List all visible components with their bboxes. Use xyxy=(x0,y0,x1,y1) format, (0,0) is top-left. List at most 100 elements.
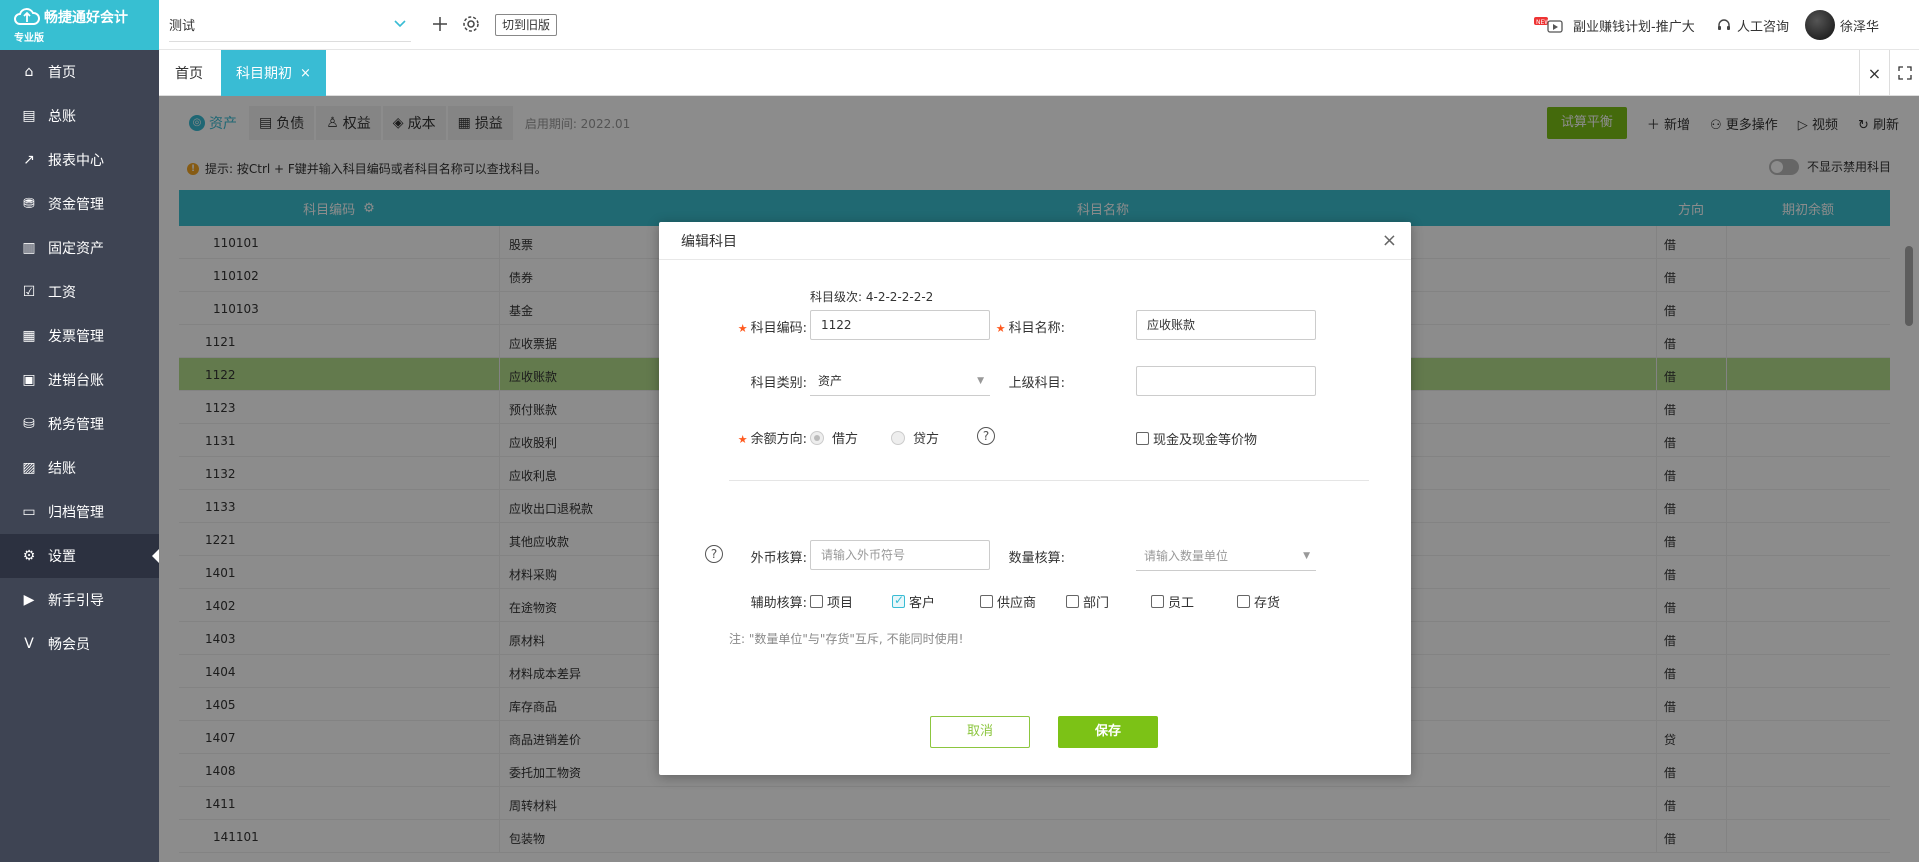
sidebar-item[interactable]: ▥ 固定资产 xyxy=(0,226,159,270)
top-bar: 测试 切到旧版 NEW 副业赚钱计划-推广大 人工咨询 徐泽华 xyxy=(159,0,1919,50)
account-name: 测试 xyxy=(169,19,196,34)
gear-icon[interactable] xyxy=(461,14,481,34)
aux-label: 辅助核算: xyxy=(750,596,807,611)
new-video-icon: NEW xyxy=(1534,17,1563,33)
close-all-icon[interactable]: × xyxy=(1859,50,1889,96)
fx-label: 外币核算: xyxy=(750,551,807,566)
dialog-header: 编辑科目 × xyxy=(659,222,1411,260)
sidebar-item-label: 资金管理 xyxy=(48,197,104,213)
sidebar-item[interactable]: ▨ 结账 xyxy=(0,446,159,490)
sidebar-item-label: 总账 xyxy=(48,109,76,125)
sidebar-item-label: 首页 xyxy=(48,65,76,81)
name-input[interactable]: 应收账款 xyxy=(1136,310,1316,340)
support-link[interactable]: 人工咨询 xyxy=(1716,0,1789,50)
level-hint: 科目级次: 4-2-2-2-2-2 xyxy=(810,290,934,304)
tab-label: 科目期初 xyxy=(236,66,293,82)
close-icon[interactable]: × xyxy=(1382,230,1397,251)
aux-checkbox[interactable]: 员工 xyxy=(1151,592,1194,611)
sidebar-item-label: 报表中心 xyxy=(48,153,104,169)
close-icon[interactable]: × xyxy=(300,66,311,81)
cancel-button[interactable]: 取消 xyxy=(930,716,1030,748)
headset-icon xyxy=(1718,19,1730,30)
sidebar-item[interactable]: ▭ 归档管理 xyxy=(0,490,159,534)
sidebar-item[interactable]: ⛁ 税务管理 xyxy=(0,402,159,446)
name-label-text: 科目名称: xyxy=(1008,321,1065,336)
salary-icon: ☑ xyxy=(22,284,36,300)
building-icon: ▥ xyxy=(22,240,36,256)
sidebar-item-label: 结账 xyxy=(48,461,76,477)
checkbox-box xyxy=(1237,595,1250,608)
fx-input[interactable]: 请输入外币符号 xyxy=(810,540,990,570)
sidebar-item-label: 畅会员 xyxy=(48,637,90,653)
promo-text: 副业赚钱计划-推广大 xyxy=(1573,19,1695,35)
home-icon: ⌂ xyxy=(24,64,34,80)
aux-checkbox[interactable]: 部门 xyxy=(1066,592,1109,611)
tab-home[interactable]: 首页 xyxy=(175,50,203,96)
sidebar-item[interactable]: ▦ 发票管理 xyxy=(0,314,159,358)
note-text: 注: "数量单位"与"存货"互斥, 不能同时使用! xyxy=(729,632,964,646)
sidebar-item-label: 新手引导 xyxy=(48,593,104,609)
radio-circle xyxy=(810,430,824,445)
parent-input[interactable] xyxy=(1136,366,1316,396)
checkbox-box xyxy=(810,595,823,608)
tab-opening-balance[interactable]: 科目期初 × xyxy=(221,50,326,96)
code-input[interactable]: 1122 xyxy=(810,310,990,340)
user-menu[interactable]: 徐泽华 xyxy=(1805,0,1879,50)
sidebar-item[interactable]: ⚙ 设置 xyxy=(0,534,159,578)
type-label: 科目类别: xyxy=(750,376,807,391)
cash-equivalent-label: 现金及现金等价物 xyxy=(1153,433,1258,448)
aux-checkbox[interactable]: 存货 xyxy=(1237,592,1280,611)
inventory-icon: ▣ xyxy=(22,372,36,388)
sidebar-item[interactable]: ▣ 进销台账 xyxy=(0,358,159,402)
checkbox-box xyxy=(1151,595,1164,608)
aux-checkbox[interactable]: 项目 xyxy=(810,592,853,611)
sidebar-item-label: 固定资产 xyxy=(48,241,104,257)
debit-radio[interactable]: 借方 xyxy=(810,428,858,447)
invoice-icon: ▦ xyxy=(22,328,36,344)
sidebar-item-label: 工资 xyxy=(48,285,76,301)
type-select[interactable]: 资产 ▼ xyxy=(810,366,990,396)
promo-link[interactable]: NEW 副业赚钱计划-推广大 xyxy=(1534,0,1695,50)
vip-icon: V xyxy=(24,636,34,652)
save-button[interactable]: 保存 xyxy=(1058,716,1158,748)
balance-direction-label: ★ 余额方向: xyxy=(737,432,807,447)
sidebar-item[interactable]: ⛃ 资金管理 xyxy=(0,182,159,226)
aux-checkbox[interactable]: 客户 xyxy=(892,592,935,611)
switch-old-version-button[interactable]: 切到旧版 xyxy=(495,14,558,36)
code-label-text: 科目编码: xyxy=(750,321,807,336)
sidebar-item[interactable]: ⌂ 首页 xyxy=(0,50,159,94)
account-selector[interactable]: 测试 xyxy=(169,8,411,42)
edit-account-dialog: 编辑科目 × 科目级次: 4-2-2-2-2-2 ★ 科目编码: 1122 ★ 科目… xyxy=(659,222,1411,775)
checkbox-box xyxy=(1066,595,1079,608)
aux-checkbox-label: 部门 xyxy=(1083,596,1110,611)
name-label: ★ 科目名称: xyxy=(995,321,1065,336)
sidebar-item-label: 发票管理 xyxy=(48,329,104,345)
sidebar-item[interactable]: V 畅会员 xyxy=(0,622,159,666)
sidebar-item[interactable]: ☑ 工资 xyxy=(0,270,159,314)
sidebar-item[interactable]: ↗ 报表中心 xyxy=(0,138,159,182)
user-name: 徐泽华 xyxy=(1840,19,1880,35)
sidebar-item[interactable]: ▤ 总账 xyxy=(0,94,159,138)
dialog-title: 编辑科目 xyxy=(681,233,737,250)
aux-checkbox[interactable]: 供应商 xyxy=(980,592,1036,611)
credit-label: 贷方 xyxy=(913,432,940,447)
fullscreen-icon[interactable] xyxy=(1889,50,1919,96)
app-logo[interactable]: 畅捷通好会计 专业版 xyxy=(0,0,159,50)
support-text: 人工咨询 xyxy=(1737,19,1790,35)
active-caret-icon xyxy=(152,549,159,563)
help-icon[interactable]: ? xyxy=(977,427,995,445)
divider xyxy=(729,480,1369,481)
credit-radio[interactable]: 贷方 xyxy=(891,428,939,447)
radio-circle xyxy=(891,430,905,445)
ledger-icon: ▤ xyxy=(22,108,36,124)
balance-direction-text: 余额方向: xyxy=(750,432,807,447)
add-icon[interactable] xyxy=(430,14,450,34)
qty-select[interactable]: 请输入数量单位 ▼ xyxy=(1136,541,1316,571)
qty-label: 数量核算: xyxy=(1008,551,1065,566)
aux-checkbox-label: 存货 xyxy=(1254,596,1281,611)
play-icon: ▶ xyxy=(23,592,35,608)
gear-icon: ⚙ xyxy=(22,548,36,564)
sidebar: 畅捷通好会计 专业版 ⌂ 首页 ▤ 总账 ↗ 报表中心 ⛃ 资金管理 ▥ 固定资产 ☑ 工资 ▦ 发票管理… xyxy=(0,0,159,862)
cash-equivalent-checkbox[interactable]: 现金及现金等价物 xyxy=(1136,429,1257,448)
sidebar-item[interactable]: ▶ 新手引导 xyxy=(0,578,159,622)
